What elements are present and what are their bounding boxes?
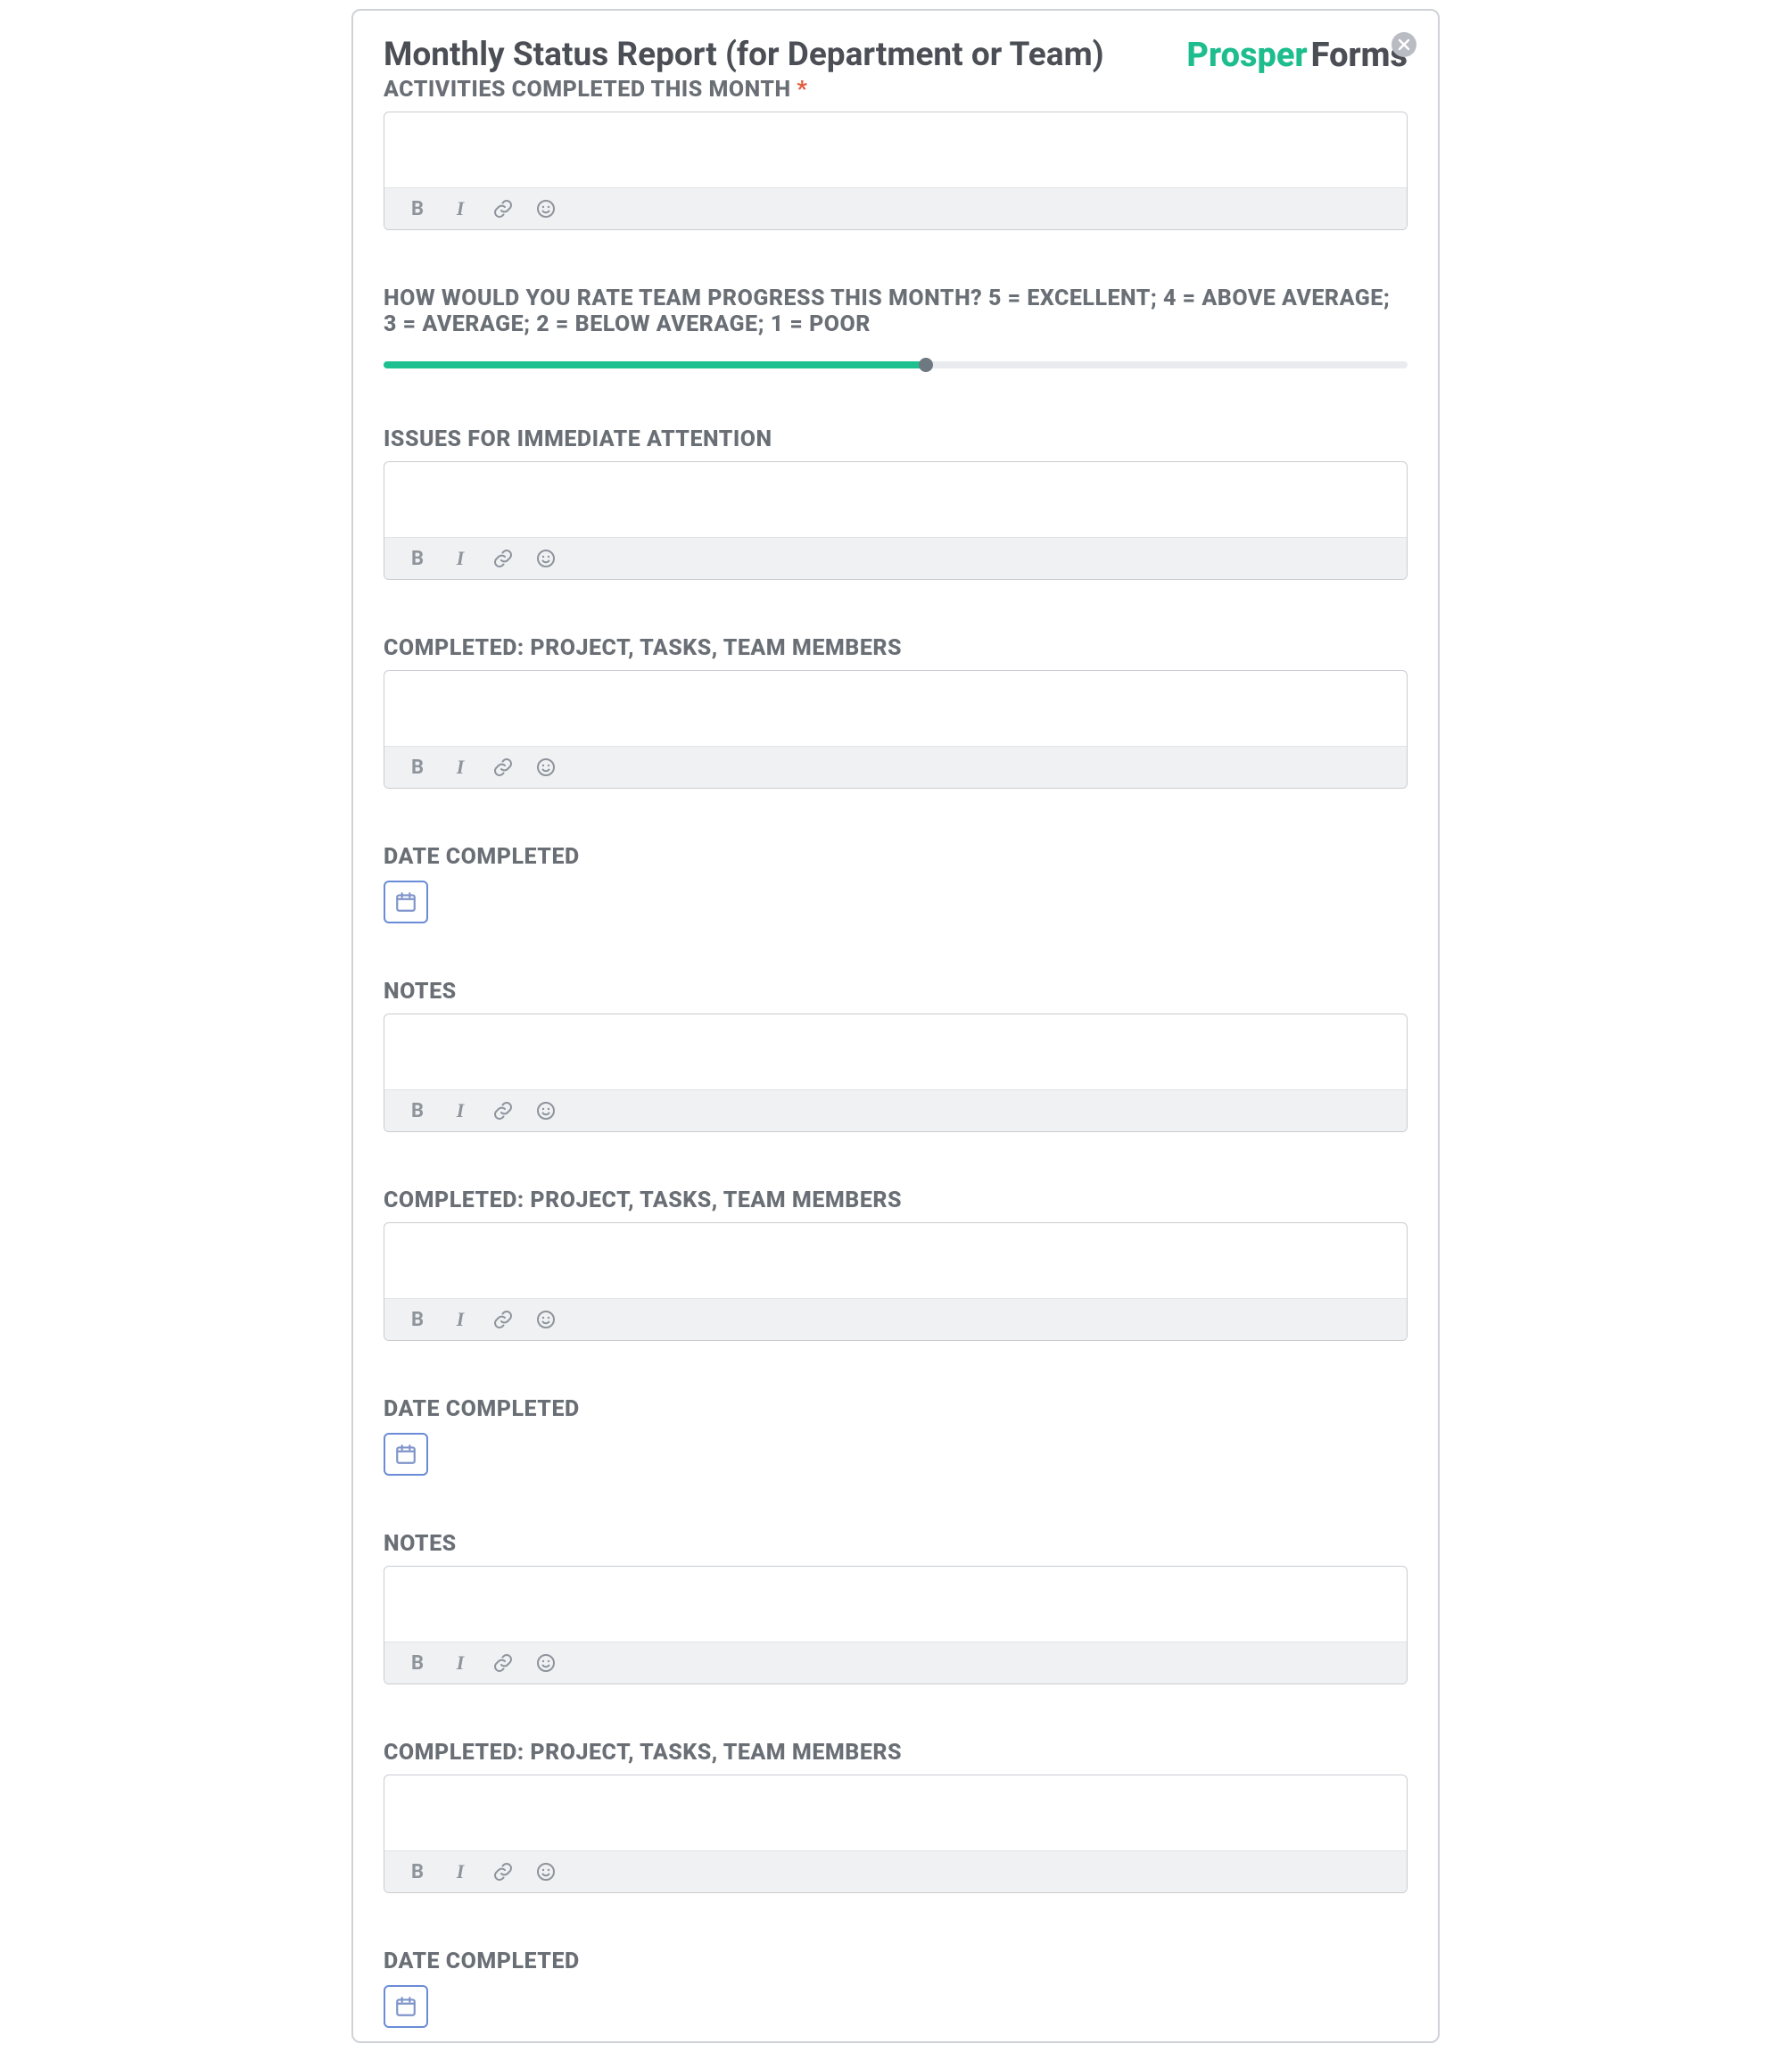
logo-part-1: Prosper	[1186, 36, 1307, 75]
input-notes-2[interactable]	[384, 1567, 1407, 1642]
link-button[interactable]	[491, 547, 515, 570]
toolbar-issues: B I	[384, 537, 1407, 579]
input-issues[interactable]	[384, 462, 1407, 537]
smile-icon	[535, 757, 557, 778]
toolbar-notes-1: B I	[384, 1089, 1407, 1131]
form-title: Monthly Status Report (for Department or…	[384, 36, 1104, 74]
slider-thumb[interactable]	[919, 358, 933, 372]
smile-icon	[535, 198, 557, 219]
emoji-button[interactable]	[534, 756, 557, 779]
toolbar-notes-2: B I	[384, 1642, 1407, 1684]
italic-button[interactable]: I	[449, 1099, 472, 1122]
header: Monthly Status Report (for Department or…	[384, 36, 1408, 75]
input-activities[interactable]	[384, 112, 1407, 187]
link-icon	[492, 1309, 514, 1330]
form-card: Monthly Status Report (for Department or…	[351, 9, 1440, 2043]
emoji-button[interactable]	[534, 547, 557, 570]
emoji-button[interactable]	[534, 1860, 557, 1883]
bold-button[interactable]: B	[406, 1099, 429, 1122]
bold-button[interactable]: B	[406, 1651, 429, 1675]
bold-button[interactable]: B	[406, 547, 429, 570]
link-button[interactable]	[491, 1860, 515, 1883]
bold-button[interactable]: B	[406, 197, 429, 220]
rte-completed-1: B I	[384, 670, 1408, 789]
link-button[interactable]	[491, 756, 515, 779]
logo: Prosper Forms	[1186, 36, 1408, 75]
label-completed-3: COMPLETED: PROJECT, TASKS, TEAM MEMBERS	[384, 1740, 1408, 1766]
link-icon	[492, 548, 514, 569]
toolbar-completed-1: B I	[384, 746, 1407, 788]
label-notes-2: NOTES	[384, 1531, 1408, 1557]
italic-button[interactable]: I	[449, 1860, 472, 1883]
link-icon	[492, 1652, 514, 1674]
rte-completed-3: B I	[384, 1775, 1408, 1893]
rte-issues: B I	[384, 461, 1408, 580]
link-button[interactable]	[491, 1651, 515, 1675]
link-icon	[492, 1861, 514, 1882]
toolbar-activities: B I	[384, 187, 1407, 229]
rte-activities: B I	[384, 112, 1408, 230]
label-date-1: DATE COMPLETED	[384, 844, 1408, 870]
smile-icon	[535, 1100, 557, 1121]
emoji-button[interactable]	[534, 197, 557, 220]
input-completed-1[interactable]	[384, 671, 1407, 746]
slider-rating[interactable]	[384, 359, 1408, 371]
italic-button[interactable]: I	[449, 1308, 472, 1331]
label-rating: HOW WOULD YOU RATE TEAM PROGRESS THIS MO…	[384, 285, 1408, 337]
toolbar-completed-2: B I	[384, 1298, 1407, 1340]
smile-icon	[535, 1309, 557, 1330]
emoji-button[interactable]	[534, 1651, 557, 1675]
toolbar-completed-3: B I	[384, 1850, 1407, 1892]
date-picker-1[interactable]	[384, 881, 428, 923]
bold-button[interactable]: B	[406, 756, 429, 779]
close-button[interactable]	[1391, 32, 1416, 57]
link-icon	[492, 757, 514, 778]
label-completed-1: COMPLETED: PROJECT, TASKS, TEAM MEMBERS	[384, 635, 1408, 661]
input-completed-2[interactable]	[384, 1223, 1407, 1298]
required-marker: *	[797, 77, 807, 103]
label-activities-text: ACTIVITIES COMPLETED THIS MONTH	[384, 77, 791, 103]
smile-icon	[535, 1861, 557, 1882]
link-icon	[492, 1100, 514, 1121]
bold-button[interactable]: B	[406, 1860, 429, 1883]
link-button[interactable]	[491, 1099, 515, 1122]
label-activities: ACTIVITIES COMPLETED THIS MONTH *	[384, 77, 1408, 103]
italic-button[interactable]: I	[449, 1651, 472, 1675]
smile-icon	[535, 548, 557, 569]
input-notes-1[interactable]	[384, 1014, 1407, 1089]
calendar-icon	[394, 890, 417, 914]
label-issues: ISSUES FOR IMMEDIATE ATTENTION	[384, 426, 1408, 452]
input-completed-3[interactable]	[384, 1775, 1407, 1850]
rte-completed-2: B I	[384, 1222, 1408, 1341]
date-picker-2[interactable]	[384, 1433, 428, 1476]
calendar-icon	[394, 1995, 417, 2018]
emoji-button[interactable]	[534, 1099, 557, 1122]
link-button[interactable]	[491, 197, 515, 220]
label-date-3: DATE COMPLETED	[384, 1949, 1408, 1974]
link-button[interactable]	[491, 1308, 515, 1331]
bold-button[interactable]: B	[406, 1308, 429, 1331]
rte-notes-2: B I	[384, 1566, 1408, 1684]
rte-notes-1: B I	[384, 1014, 1408, 1132]
smile-icon	[535, 1652, 557, 1674]
date-picker-3[interactable]	[384, 1985, 428, 2028]
link-icon	[492, 198, 514, 219]
close-icon	[1398, 38, 1410, 51]
emoji-button[interactable]	[534, 1308, 557, 1331]
italic-button[interactable]: I	[449, 756, 472, 779]
italic-button[interactable]: I	[449, 197, 472, 220]
label-completed-2: COMPLETED: PROJECT, TASKS, TEAM MEMBERS	[384, 1187, 1408, 1213]
label-notes-1: NOTES	[384, 979, 1408, 1005]
calendar-icon	[394, 1443, 417, 1466]
italic-button[interactable]: I	[449, 547, 472, 570]
slider-fill	[384, 361, 926, 368]
label-date-2: DATE COMPLETED	[384, 1396, 1408, 1422]
